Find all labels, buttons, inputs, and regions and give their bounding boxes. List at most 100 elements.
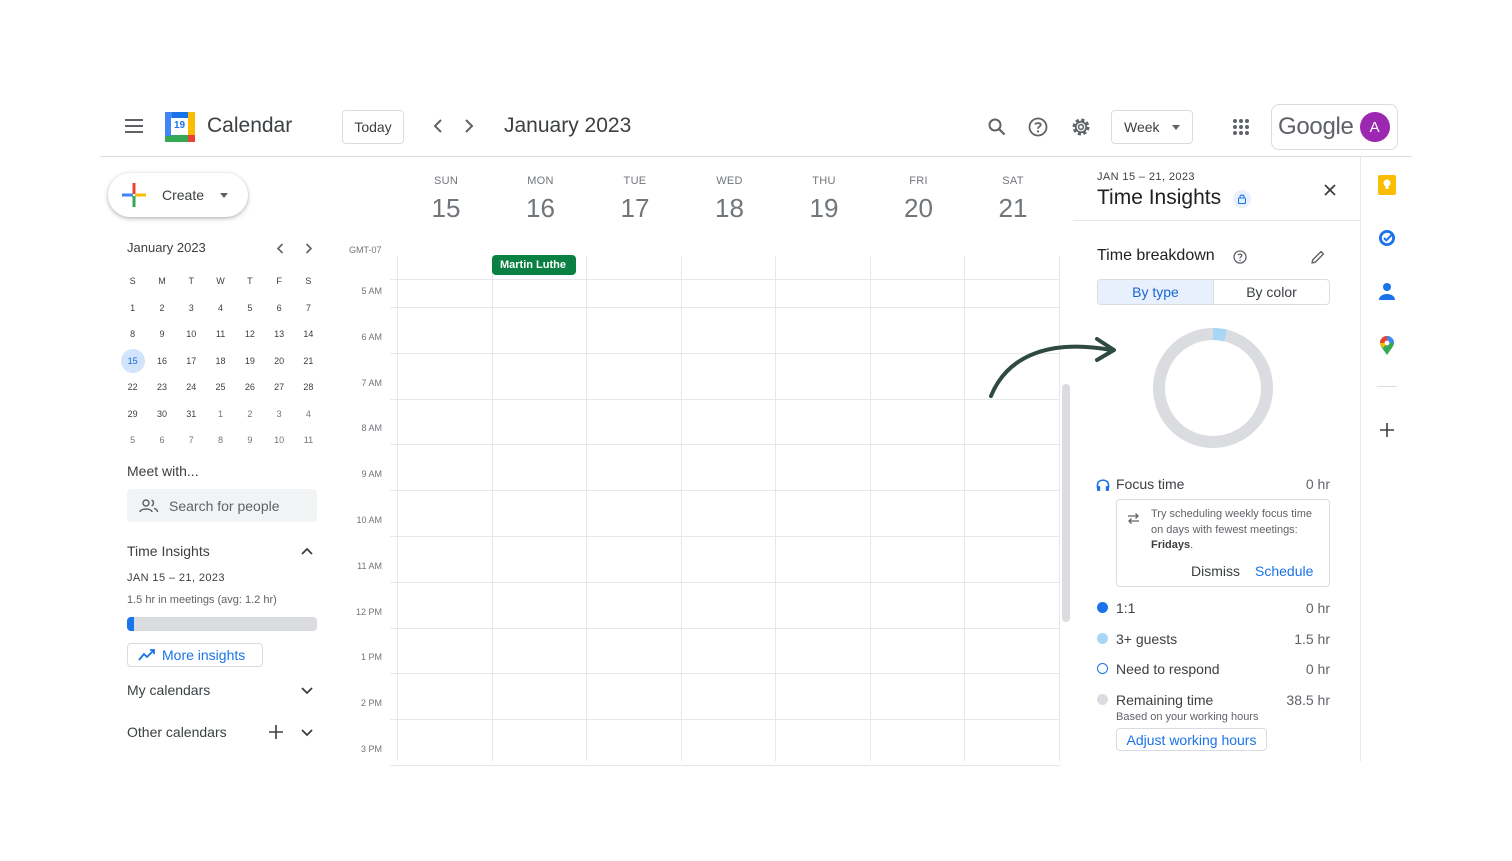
- mini-prev-month-icon[interactable]: [270, 240, 290, 256]
- dismiss-button[interactable]: Dismiss: [1191, 563, 1240, 579]
- day-name: FRI: [909, 175, 928, 187]
- mini-day[interactable]: 5: [235, 295, 264, 322]
- mini-day[interactable]: 24: [177, 374, 206, 401]
- mini-day[interactable]: 23: [147, 374, 176, 401]
- mini-day[interactable]: 5: [118, 427, 147, 454]
- mini-day[interactable]: 19: [235, 348, 264, 375]
- mini-next-month-icon[interactable]: [299, 240, 319, 256]
- mini-day[interactable]: 8: [118, 321, 147, 348]
- prev-week-icon[interactable]: [428, 116, 448, 136]
- mini-day[interactable]: 17: [177, 348, 206, 375]
- mini-day[interactable]: 3: [264, 401, 293, 428]
- mini-day[interactable]: 2: [147, 295, 176, 322]
- mini-day[interactable]: 6: [147, 427, 176, 454]
- main-menu-icon[interactable]: [122, 114, 146, 138]
- day-column-line: [775, 256, 776, 761]
- adjust-working-hours-button[interactable]: Adjust working hours: [1116, 728, 1267, 751]
- mini-day[interactable]: 9: [235, 427, 264, 454]
- people-icon: [139, 498, 159, 513]
- mini-day[interactable]: 27: [264, 374, 293, 401]
- grid-scrollbar[interactable]: [1062, 384, 1070, 622]
- keep-icon[interactable]: [1376, 174, 1398, 196]
- mini-day[interactable]: 15: [118, 348, 147, 375]
- maps-icon[interactable]: [1376, 334, 1398, 356]
- focus-tip-text: Try scheduling weekly focus time on days…: [1151, 507, 1321, 554]
- tasks-icon[interactable]: [1376, 227, 1398, 249]
- mini-day[interactable]: 9: [147, 321, 176, 348]
- mini-day[interactable]: 20: [264, 348, 293, 375]
- day-header[interactable]: THU 19: [777, 175, 871, 224]
- weekday-label: T: [247, 276, 253, 287]
- chevron-down-icon[interactable]: [297, 725, 317, 741]
- mini-day[interactable]: 6: [264, 295, 293, 322]
- mini-day[interactable]: 12: [235, 321, 264, 348]
- close-panel-icon[interactable]: [1319, 179, 1341, 201]
- day-column-line: [586, 256, 587, 761]
- day-header[interactable]: SAT 21: [966, 175, 1060, 224]
- mini-day[interactable]: 26: [235, 374, 264, 401]
- mini-day[interactable]: 21: [294, 348, 323, 375]
- mini-day[interactable]: 29: [118, 401, 147, 428]
- mini-day[interactable]: 28: [294, 374, 323, 401]
- swap-icon: [1127, 512, 1141, 526]
- mini-day[interactable]: 3: [177, 295, 206, 322]
- search-people-input[interactable]: Search for people: [127, 489, 317, 522]
- tab-by-type[interactable]: By type: [1098, 280, 1214, 304]
- mini-day[interactable]: 18: [206, 348, 235, 375]
- mini-day[interactable]: 11: [294, 427, 323, 454]
- chevron-down-icon[interactable]: [297, 683, 317, 699]
- next-week-icon[interactable]: [459, 116, 479, 136]
- day-date: 16: [526, 193, 555, 223]
- mini-day[interactable]: 7: [177, 427, 206, 454]
- mini-day[interactable]: 31: [177, 401, 206, 428]
- mini-day[interactable]: 11: [206, 321, 235, 348]
- help-icon[interactable]: [1026, 115, 1050, 139]
- view-select[interactable]: Week: [1111, 110, 1193, 144]
- mini-day[interactable]: 4: [294, 401, 323, 428]
- contacts-icon[interactable]: [1376, 280, 1398, 302]
- google-account-box[interactable]: Google A: [1271, 104, 1398, 150]
- mini-day[interactable]: 7: [294, 295, 323, 322]
- apps-grid-icon[interactable]: [1229, 115, 1253, 139]
- day-header[interactable]: WED 18: [683, 175, 777, 224]
- avatar[interactable]: A: [1359, 112, 1390, 142]
- mini-day[interactable]: 10: [264, 427, 293, 454]
- mini-day[interactable]: 1: [118, 295, 147, 322]
- hour-line: [390, 719, 1060, 721]
- settings-gear-icon[interactable]: [1069, 115, 1093, 139]
- more-insights-button[interactable]: More insights: [127, 643, 263, 667]
- chevron-up-icon[interactable]: [297, 543, 317, 559]
- mini-day[interactable]: 14: [294, 321, 323, 348]
- current-month-title: January 2023: [504, 114, 632, 137]
- mini-day[interactable]: 8: [206, 427, 235, 454]
- mini-day[interactable]: 16: [147, 348, 176, 375]
- mini-day[interactable]: 22: [118, 374, 147, 401]
- day-header[interactable]: TUE 17: [588, 175, 682, 224]
- weekday-label: M: [158, 276, 166, 287]
- my-calendars-label[interactable]: My calendars: [127, 682, 210, 698]
- mini-day[interactable]: 30: [147, 401, 176, 428]
- day-header[interactable]: FRI 20: [872, 175, 966, 224]
- tab-by-color[interactable]: By color: [1214, 280, 1329, 304]
- hour-label: 5 AM: [361, 286, 382, 296]
- day-header[interactable]: SUN 15: [399, 175, 493, 224]
- mini-day[interactable]: 4: [206, 295, 235, 322]
- create-button[interactable]: Create: [108, 173, 248, 217]
- event-chip[interactable]: Martin Luthe: [492, 255, 576, 275]
- focus-time-value: 0 hr: [1305, 476, 1330, 492]
- mini-day[interactable]: 10: [177, 321, 206, 348]
- day-header[interactable]: MON 16: [494, 175, 588, 224]
- today-button[interactable]: Today: [342, 110, 404, 144]
- mini-day[interactable]: 25: [206, 374, 235, 401]
- search-icon[interactable]: [985, 115, 1009, 139]
- edit-pencil-icon[interactable]: [1309, 248, 1327, 266]
- add-icon[interactable]: [1376, 419, 1398, 441]
- mini-day[interactable]: 2: [235, 401, 264, 428]
- mini-day[interactable]: 13: [264, 321, 293, 348]
- day-column-line: [869, 256, 871, 761]
- mini-day[interactable]: 1: [206, 401, 235, 428]
- schedule-button[interactable]: Schedule: [1255, 563, 1313, 579]
- add-calendar-icon[interactable]: [266, 723, 286, 741]
- other-calendars-label[interactable]: Other calendars: [127, 724, 227, 740]
- help-icon[interactable]: [1232, 249, 1248, 265]
